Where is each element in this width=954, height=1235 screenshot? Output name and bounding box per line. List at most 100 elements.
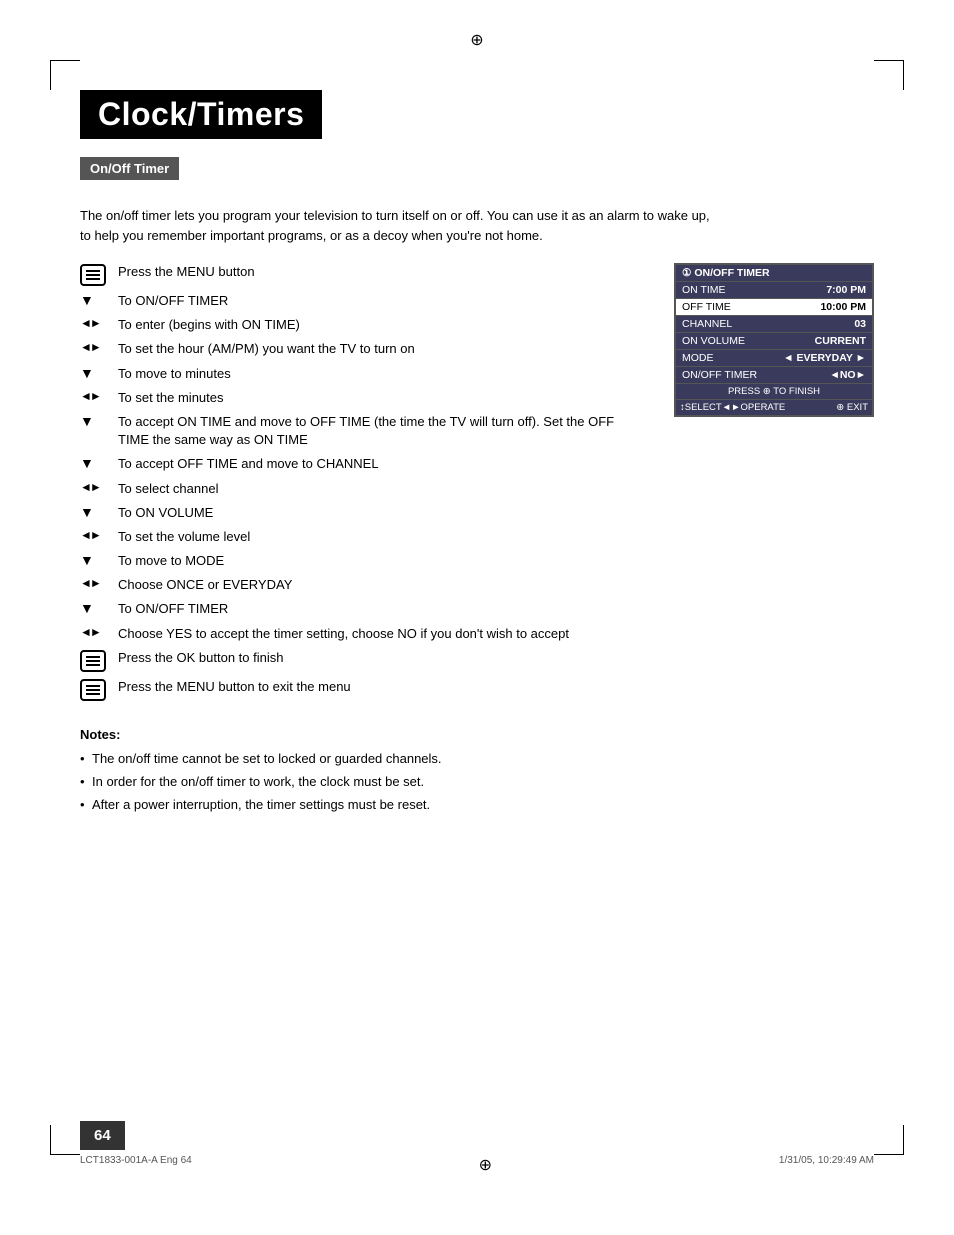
screen-row-label: ON/OFF TIMER bbox=[682, 369, 757, 381]
down-arrow-icon: ▼ bbox=[80, 601, 94, 615]
corner-mark-br bbox=[874, 1125, 904, 1155]
down-arrow-icon: ▼ bbox=[80, 553, 94, 567]
screen-title-row: ① ON/OFF TIMER bbox=[676, 265, 872, 282]
notes-list-item: The on/off time cannot be set to locked … bbox=[80, 750, 874, 768]
instruction-icon: ◄► bbox=[80, 576, 118, 589]
instruction-icon: ◄► bbox=[80, 340, 118, 353]
instruction-row: ▼To accept ON TIME and move to OFF TIME … bbox=[80, 413, 644, 449]
instruction-text: To select channel bbox=[118, 480, 644, 498]
lr-arrow-icon: ◄► bbox=[80, 317, 100, 329]
instruction-icon: ◄► bbox=[80, 389, 118, 402]
intro-text: The on/off timer lets you program your t… bbox=[80, 206, 720, 245]
corner-mark-bl bbox=[50, 1125, 80, 1155]
screen-row-value: 7:00 PM bbox=[826, 284, 866, 296]
footer-left: LCT1833-001A-A Eng 64 bbox=[80, 1155, 192, 1175]
instruction-text: To enter (begins with ON TIME) bbox=[118, 316, 644, 334]
screen-footer: PRESS ⊕ TO FINISH bbox=[676, 384, 872, 400]
instruction-text: To set the hour (AM/PM) you want the TV … bbox=[118, 340, 644, 358]
screen-row-value: ◄ EVERYDAY ► bbox=[783, 352, 866, 364]
instruction-row: ◄► To enter (begins with ON TIME) bbox=[80, 316, 644, 334]
instruction-row: ▼ To move to MODE bbox=[80, 552, 644, 570]
menu-icon bbox=[80, 650, 106, 672]
instruction-icon: ▼ bbox=[80, 600, 118, 615]
screen-row-value: 10:00 PM bbox=[820, 301, 866, 313]
instruction-row: ◄► Choose YES to accept the timer setting… bbox=[80, 625, 644, 643]
instruction-row: Press the MENU button bbox=[80, 263, 644, 286]
instruction-text: To move to MODE bbox=[118, 552, 644, 570]
corner-mark-tr bbox=[874, 60, 904, 90]
menu-icon bbox=[80, 679, 106, 701]
down-arrow-icon: ▼ bbox=[80, 366, 94, 380]
instruction-icon: ▼ bbox=[80, 292, 118, 307]
page-number-box: 64 bbox=[80, 1121, 125, 1150]
screen-data-row: ON/OFF TIMER◄NO► bbox=[676, 367, 872, 384]
lr-arrow-icon: ◄► bbox=[80, 481, 100, 493]
instruction-text: Press the OK button to finish bbox=[118, 649, 644, 667]
instruction-icon: ▼ bbox=[80, 413, 118, 428]
instruction-icon: ◄► bbox=[80, 480, 118, 493]
instruction-icon: ◄► bbox=[80, 316, 118, 329]
footer-right: 1/31/05, 10:29:49 AM bbox=[779, 1155, 874, 1175]
screen-nav: ↕SELECT◄►OPERATE ⊕ EXIT bbox=[676, 400, 872, 415]
screen-row-label: OFF TIME bbox=[682, 301, 731, 313]
notes-title: Notes: bbox=[80, 727, 874, 742]
instruction-row: Press the MENU button to exit the menu bbox=[80, 678, 644, 701]
instruction-icon: ▼ bbox=[80, 365, 118, 380]
instruction-icon: ▼ bbox=[80, 455, 118, 470]
page-title-block: Clock/Timers bbox=[80, 90, 322, 139]
corner-mark-tl bbox=[50, 60, 80, 90]
instruction-icon: ▼ bbox=[80, 504, 118, 519]
lr-arrow-icon: ◄► bbox=[80, 341, 100, 353]
notes-list: The on/off time cannot be set to locked … bbox=[80, 750, 874, 815]
screen-data-row: ON TIME 7:00 PM bbox=[676, 282, 872, 299]
screen-title: ① ON/OFF TIMER bbox=[682, 267, 770, 279]
screen-data-row: ON VOLUMECURRENT bbox=[676, 333, 872, 350]
screen-data-row: OFF TIME 10:00 PM bbox=[676, 299, 872, 316]
instruction-icon: ▼ bbox=[80, 552, 118, 567]
notes-list-item: After a power interruption, the timer se… bbox=[80, 796, 874, 814]
down-arrow-icon: ▼ bbox=[80, 293, 94, 307]
down-arrow-icon: ▼ bbox=[80, 456, 94, 470]
screen-row-value: CURRENT bbox=[815, 335, 866, 347]
instruction-icon bbox=[80, 649, 118, 672]
instruction-row: ◄► Choose ONCE or EVERYDAY bbox=[80, 576, 644, 594]
instruction-text: To move to minutes bbox=[118, 365, 644, 383]
instructions-col: Press the MENU button▼To ON/OFF TIMER◄►T… bbox=[80, 263, 644, 707]
page-number: 64 bbox=[94, 1127, 111, 1144]
screen-nav-left: ↕SELECT◄►OPERATE bbox=[680, 402, 785, 413]
instruction-row: ▼To ON/OFF TIMER bbox=[80, 600, 644, 618]
tv-screen: ① ON/OFF TIMER ON TIME 7:00 PM OFF TIME 10:… bbox=[674, 263, 874, 417]
instruction-row: ◄►To set the minutes bbox=[80, 389, 644, 407]
instruction-row: ◄► To select channel bbox=[80, 480, 644, 498]
section-heading: On/Off Timer bbox=[80, 157, 179, 180]
instruction-text: Press the MENU button bbox=[118, 263, 644, 281]
screen-nav-right: ⊕ EXIT bbox=[836, 402, 868, 413]
notes-section: Notes: The on/off time cannot be set to … bbox=[80, 727, 874, 815]
screen-data-row: MODE◄ EVERYDAY ► bbox=[676, 350, 872, 367]
instruction-text: To ON VOLUME bbox=[118, 504, 644, 522]
instruction-text: To ON/OFF TIMER bbox=[118, 292, 644, 310]
instruction-row: ◄► To set the hour (AM/PM) you want the T… bbox=[80, 340, 644, 358]
instruction-text: To set the volume level bbox=[118, 528, 644, 546]
instruction-icon bbox=[80, 678, 118, 701]
down-arrow-icon: ▼ bbox=[80, 505, 94, 519]
screen-col: ① ON/OFF TIMER ON TIME 7:00 PM OFF TIME 10:… bbox=[674, 263, 874, 417]
screen-row-value: 03 bbox=[854, 318, 866, 330]
instruction-text: To set the minutes bbox=[118, 389, 644, 407]
instruction-icon: ◄► bbox=[80, 528, 118, 541]
lr-arrow-icon: ◄► bbox=[80, 626, 100, 638]
menu-icon bbox=[80, 264, 106, 286]
page-container: ⊕ Clock/Timers On/Off Timer The on/off t… bbox=[0, 0, 954, 1235]
footer-center-reg: ⊕ bbox=[479, 1155, 492, 1175]
screen-row-label: ON TIME bbox=[682, 284, 726, 296]
top-reg-mark: ⊕ bbox=[0, 30, 954, 50]
lr-arrow-icon: ◄► bbox=[80, 577, 100, 589]
instruction-row: ▼To accept OFF TIME and move to CHANNEL bbox=[80, 455, 644, 473]
instruction-text: Press the MENU button to exit the menu bbox=[118, 678, 644, 696]
instruction-row: ▼ To move to minutes bbox=[80, 365, 644, 383]
notes-list-item: In order for the on/off timer to work, t… bbox=[80, 773, 874, 791]
instruction-text: Choose ONCE or EVERYDAY bbox=[118, 576, 644, 594]
instruction-icon bbox=[80, 263, 118, 286]
main-content: Press the MENU button▼To ON/OFF TIMER◄►T… bbox=[80, 263, 874, 707]
instruction-text: Choose YES to accept the timer setting, … bbox=[118, 625, 644, 643]
